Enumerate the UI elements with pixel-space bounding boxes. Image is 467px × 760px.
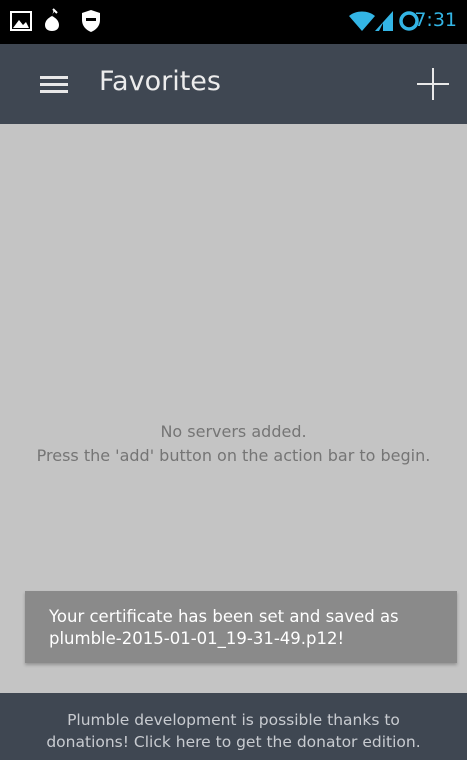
action-bar: Favorites xyxy=(0,44,467,124)
certificate-toast: Your certificate has been set and saved … xyxy=(25,591,457,663)
empty-state-hint: Press the 'add' button on the action bar… xyxy=(36,446,431,465)
signal-icon xyxy=(373,10,395,36)
wifi-icon xyxy=(348,10,376,36)
empty-state-title: No servers added. xyxy=(160,422,307,441)
flame-icon xyxy=(43,8,61,36)
image-icon xyxy=(10,11,32,35)
toast-line-2: plumble-2015-01-01_19-31-49.p12! xyxy=(49,629,345,648)
donation-text-line-1: Plumble development is possible thanks t… xyxy=(67,711,400,729)
empty-state-message: No servers added. Press the 'add' button… xyxy=(0,420,467,468)
add-server-button[interactable] xyxy=(413,64,453,104)
donation-text-line-2: donations! Click here to get the donator… xyxy=(46,733,421,751)
status-time: 7:31 xyxy=(414,9,457,31)
shield-icon xyxy=(80,9,102,37)
app-screen: 7:31 Favorites No servers added. Press t… xyxy=(0,0,467,760)
hamburger-menu-icon[interactable] xyxy=(40,76,68,94)
toast-line-1: Your certificate has been set and saved … xyxy=(49,607,399,626)
status-bar: 7:31 xyxy=(0,0,467,44)
donation-banner[interactable]: Plumble development is possible thanks t… xyxy=(0,693,467,760)
page-title: Favorites xyxy=(99,66,221,97)
plus-icon xyxy=(417,68,449,100)
